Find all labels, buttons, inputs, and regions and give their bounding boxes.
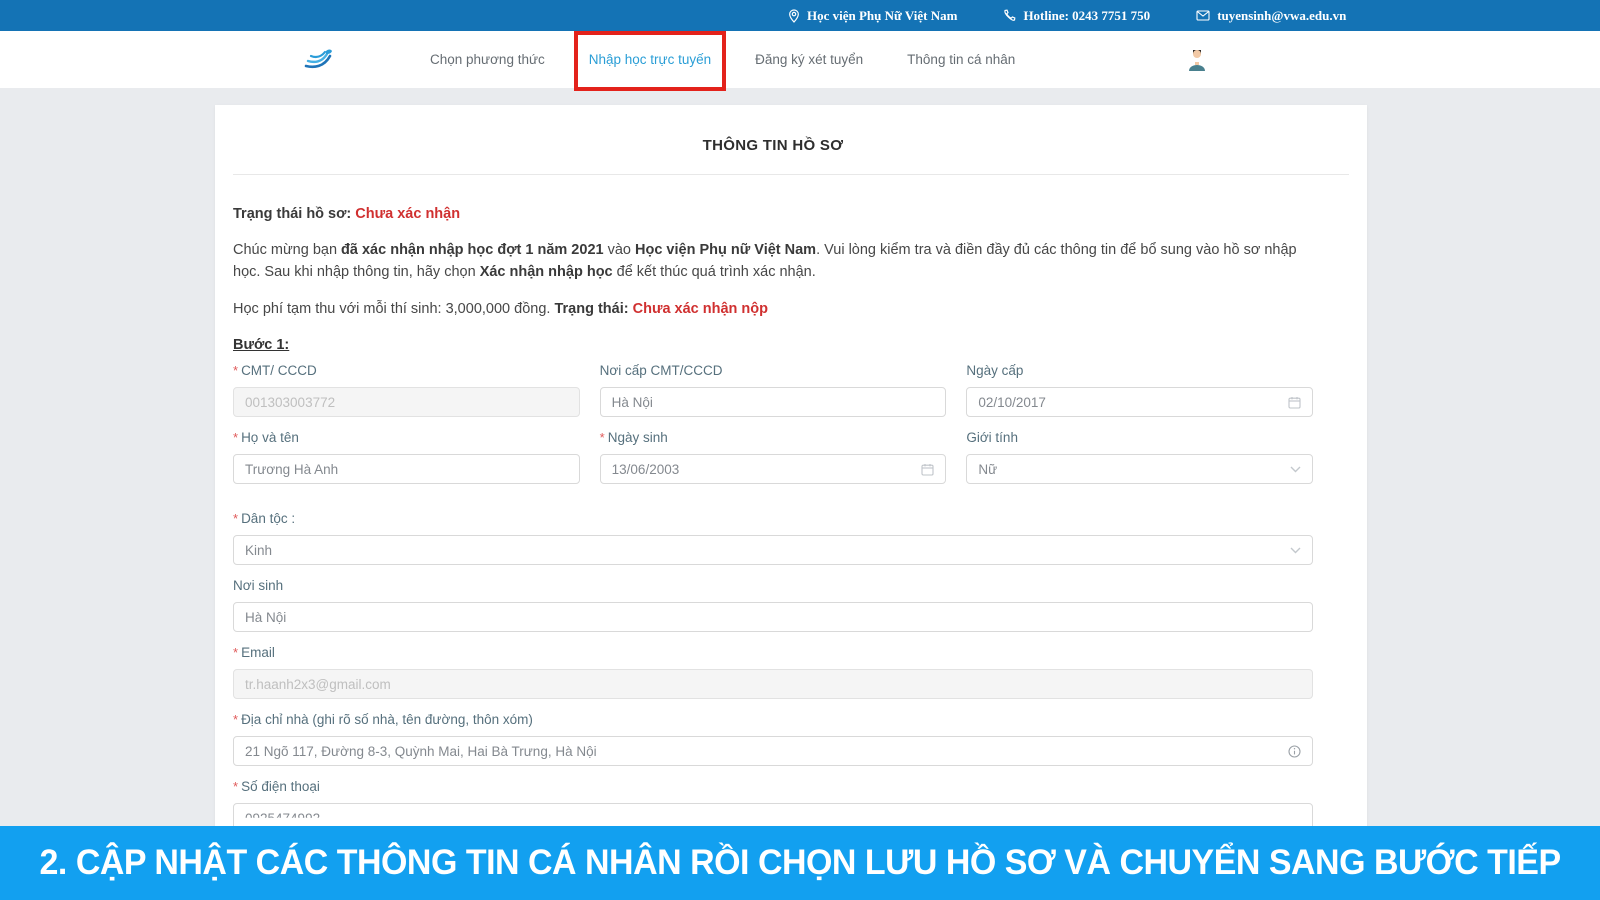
field-cmt-cccd: *CMT/ CCCD 001303003772 — [233, 363, 580, 417]
required-asterisk: * — [233, 645, 238, 660]
field-dia-chi-nha: *Địa chỉ nhà (ghi rõ số nhà, tên đường, … — [233, 712, 1313, 766]
field-ho-va-ten: *Họ và tên Trương Hà Anh — [233, 430, 580, 484]
vwa-logo-icon[interactable] — [300, 42, 336, 78]
topbar-hotline: Hotline: 0243 7751 750 — [1003, 8, 1150, 24]
calendar-icon[interactable] — [1288, 396, 1301, 409]
gioi-tinh-value: Nữ — [978, 462, 1282, 477]
field-noi-cap-cmt-cccd: Nơi cấp CMT/CCCD Hà Nội — [600, 363, 947, 417]
noi-cap-cmt-cccd-input[interactable]: Hà Nội — [600, 387, 947, 417]
noi-cap-cmt-cccd-value: Hà Nội — [612, 395, 935, 410]
field-dan-toc: *Dân tộc : Kinh — [233, 511, 1313, 565]
intro-paragraph: Chúc mừng bạn đã xác nhận nhập học đợt 1… — [233, 239, 1313, 283]
phone-icon — [1003, 9, 1016, 22]
dia-chi-nha-input[interactable]: 21 Ngõ 117, Đường 8-3, Quỳnh Mai, Hai Bà… — [233, 736, 1313, 766]
gioi-tinh-input[interactable]: Nữ — [966, 454, 1313, 484]
form-full-width: *Dân tộc : Kinh Nơi sinh Hà Nội *Email tr.haa… — [233, 511, 1313, 833]
field-gioi-tinh: Giới tính Nữ — [966, 430, 1313, 484]
noi-sinh-label: Nơi sinh — [233, 578, 1313, 593]
required-asterisk: * — [233, 430, 238, 445]
top-info-bar: Học viện Phụ Nữ Việt Nam Hotline: 0243 7… — [0, 0, 1600, 31]
required-asterisk: * — [233, 511, 238, 526]
instruction-banner: 2. CẬP NHẬT CÁC THÔNG TIN CÁ NHÂN RỒI CH… — [0, 826, 1600, 900]
ngay-cap-value: 02/10/2017 — [978, 395, 1280, 410]
ho-va-ten-input[interactable]: Trương Hà Anh — [233, 454, 580, 484]
required-asterisk: * — [233, 779, 238, 794]
so-dien-thoai-label: *Số điện thoại — [233, 779, 1313, 794]
dan-toc-value: Kinh — [245, 543, 1282, 558]
nav-item-dang-ky-xet-tuyen[interactable]: Đăng ký xét tuyển — [755, 52, 863, 67]
dan-toc-label: *Dân tộc : — [233, 511, 1313, 526]
ngay-sinh-input[interactable]: 13/06/2003 — [600, 454, 947, 484]
dan-toc-input[interactable]: Kinh — [233, 535, 1313, 565]
required-asterisk: * — [233, 712, 238, 727]
title-divider — [233, 174, 1349, 175]
topbar-email: tuyensinh@vwa.edu.vn — [1196, 8, 1346, 24]
email-value: tr.haanh2x3@gmail.com — [245, 677, 1301, 692]
required-asterisk: * — [233, 363, 238, 378]
email-label: *Email — [233, 645, 1313, 660]
topbar-location: Học viện Phụ Nữ Việt Nam — [788, 8, 957, 24]
fee-line: Học phí tạm thu với mỗi thí sinh: 3,000,… — [233, 298, 1313, 320]
info-icon[interactable] — [1288, 745, 1301, 758]
cmt-cccd-input: 001303003772 — [233, 387, 580, 417]
form-grid: *CMT/ CCCD 001303003772 Nơi cấp CMT/CCCD Hà… — [233, 363, 1313, 484]
field-email: *Email tr.haanh2x3@gmail.com — [233, 645, 1313, 699]
user-avatar[interactable] — [1186, 47, 1208, 71]
dia-chi-nha-label: *Địa chỉ nhà (ghi rõ số nhà, tên đường, … — [233, 712, 1313, 727]
ngay-cap-input[interactable]: 02/10/2017 — [966, 387, 1313, 417]
required-asterisk: * — [600, 430, 605, 445]
ngay-sinh-label: *Ngày sinh — [600, 430, 947, 445]
calendar-icon[interactable] — [921, 463, 934, 476]
chevron-icon[interactable] — [1290, 466, 1301, 473]
noi-cap-cmt-cccd-label: Nơi cấp CMT/CCCD — [600, 363, 947, 378]
field-noi-sinh: Nơi sinh Hà Nội — [233, 578, 1313, 632]
nav-menu: Chọn phương thức Nhập học trực tuyến Đăng … — [430, 31, 1015, 88]
dia-chi-nha-value: 21 Ngõ 117, Đường 8-3, Quỳnh Mai, Hai Bà… — [245, 744, 1280, 759]
nav-item-thong-tin-ca-nhan[interactable]: Thông tin cá nhân — [907, 52, 1015, 67]
chevron-icon[interactable] — [1290, 547, 1301, 554]
ngay-sinh-value: 13/06/2003 — [612, 462, 914, 477]
instruction-banner-text: 2. CẬP NHẬT CÁC THÔNG TIN CÁ NHÂN RỒI CH… — [39, 843, 1560, 883]
topbar-location-label: Học viện Phụ Nữ Việt Nam — [807, 8, 957, 24]
email-input: tr.haanh2x3@gmail.com — [233, 669, 1313, 699]
noi-sinh-value: Hà Nội — [245, 610, 1301, 625]
status-line: Trạng thái hồ sơ: Chưa xác nhận — [233, 203, 1313, 225]
envelope-icon — [1196, 10, 1210, 21]
gioi-tinh-label: Giới tính — [966, 430, 1313, 445]
so-dien-thoai-value: 0925474992 — [245, 811, 1301, 826]
cmt-cccd-label: *CMT/ CCCD — [233, 363, 580, 378]
page-body: THÔNG TIN HỒ SƠ Trạng thái hồ sơ: Chưa x… — [0, 88, 1600, 900]
ho-va-ten-value: Trương Hà Anh — [245, 462, 568, 477]
topbar-hotline-label: Hotline: 0243 7751 750 — [1023, 8, 1150, 24]
main-navbar: Chọn phương thức Nhập học trực tuyến Đăng … — [0, 31, 1600, 88]
cmt-cccd-value: 001303003772 — [245, 395, 568, 410]
ngay-cap-label: Ngày cấp — [966, 363, 1313, 378]
field-ngay-sinh: *Ngày sinh 13/06/2003 — [600, 430, 947, 484]
ho-va-ten-label: *Họ và tên — [233, 430, 580, 445]
field-so-dien-thoai: *Số điện thoại 0925474992 — [233, 779, 1313, 833]
step-1-heading: Bước 1: — [233, 337, 1313, 353]
profile-card: THÔNG TIN HỒ SƠ Trạng thái hồ sơ: Chưa x… — [215, 105, 1367, 900]
location-pin-icon — [788, 9, 800, 23]
page-title: THÔNG TIN HỒ SƠ — [233, 125, 1313, 174]
nav-item-chon-phuong-thuc[interactable]: Chọn phương thức — [430, 52, 545, 67]
nav-item-nhap-hoc-truc-tuyen[interactable]: Nhập học trực tuyến — [589, 52, 711, 67]
topbar-email-label: tuyensinh@vwa.edu.vn — [1217, 8, 1346, 24]
noi-sinh-input[interactable]: Hà Nội — [233, 602, 1313, 632]
field-ngay-cap: Ngày cấp 02/10/2017 — [966, 363, 1313, 417]
